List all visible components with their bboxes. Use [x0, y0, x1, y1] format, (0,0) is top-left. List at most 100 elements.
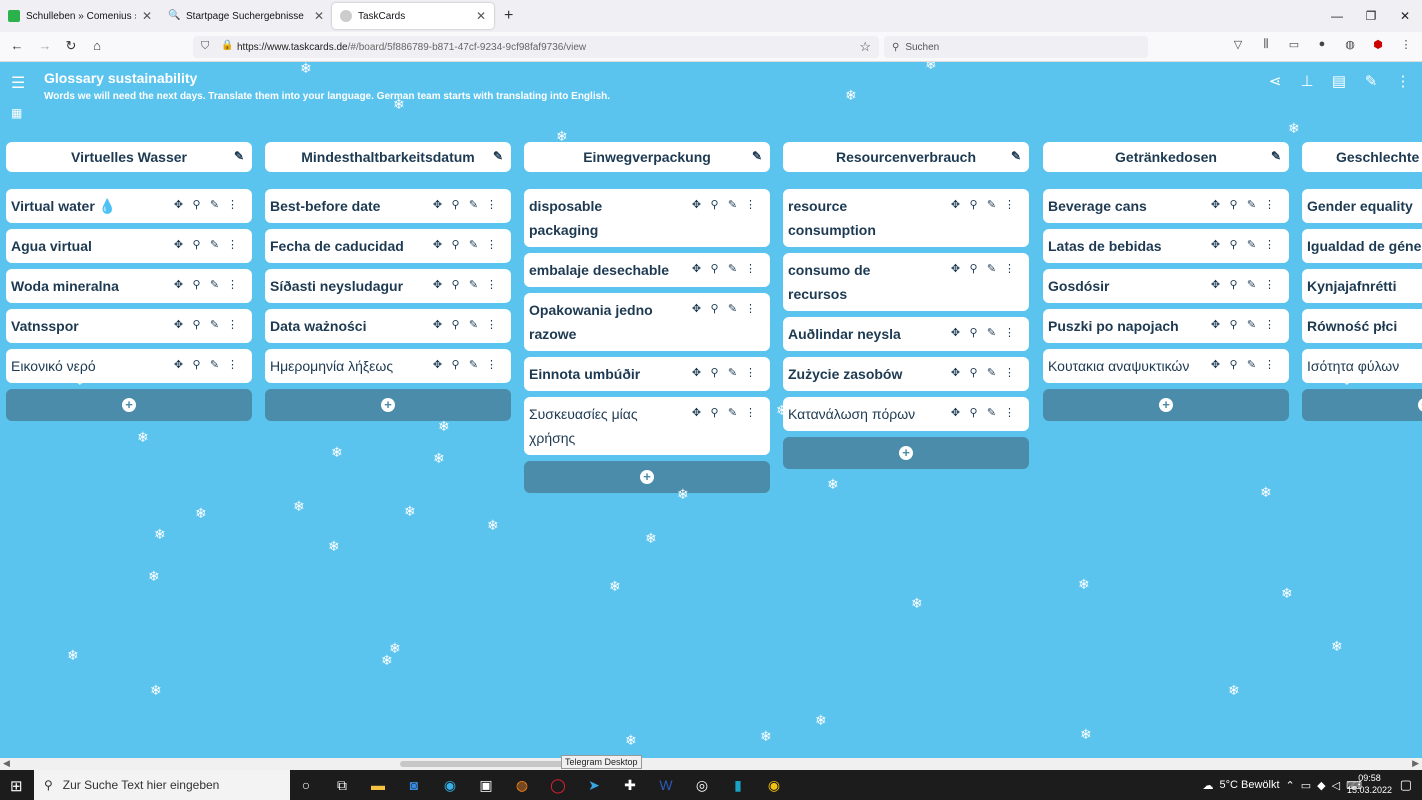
- edit-pencil-icon[interactable]: ✎: [468, 193, 479, 217]
- more-icon[interactable]: ⋮: [1004, 193, 1015, 217]
- edit-pencil-icon[interactable]: ✎: [727, 193, 738, 217]
- zoom-icon[interactable]: ⚲: [450, 313, 461, 337]
- add-card-button[interactable]: +: [265, 389, 511, 421]
- move-icon[interactable]: ✥: [691, 361, 702, 385]
- move-icon[interactable]: ✥: [1210, 353, 1221, 377]
- edit-pencil-icon[interactable]: ✎: [209, 193, 220, 217]
- new-tab-button[interactable]: +: [494, 7, 523, 25]
- card[interactable]: Woda mineralna ✥ ⚲ ✎ ⋮: [6, 269, 252, 303]
- weather-cloud-icon[interactable]: ☁: [1203, 779, 1214, 792]
- move-icon[interactable]: ✥: [432, 193, 443, 217]
- zoom-icon[interactable]: ⚲: [709, 361, 720, 385]
- card[interactable]: Auðlindar neysla ✥ ⚲ ✎ ⋮: [783, 317, 1029, 351]
- taskbar-clock[interactable]: 09:58 15.03.2022: [1347, 772, 1392, 796]
- taskbar-search-input[interactable]: ⚲ Zur Suche Text hier eingeben: [34, 770, 290, 800]
- column-header[interactable]: Mindesthaltbarkeitsdatum ✎: [265, 142, 511, 172]
- back-arrow-icon[interactable]: ←: [8, 38, 26, 53]
- obs-icon[interactable]: ◎: [692, 775, 712, 795]
- more-icon[interactable]: ⋮: [1264, 313, 1275, 337]
- windows-start-icon[interactable]: ⊞: [10, 777, 23, 795]
- move-icon[interactable]: ✥: [691, 297, 702, 321]
- column-header[interactable]: Einwegverpackung ✎: [524, 142, 770, 172]
- card[interactable]: Data ważności ✥ ⚲ ✎ ⋮: [265, 309, 511, 343]
- forward-arrow-icon[interactable]: →: [36, 38, 54, 53]
- shield-icon[interactable]: ⛉: [201, 40, 209, 53]
- close-window-icon[interactable]: ✕: [1388, 0, 1422, 32]
- zoom-icon[interactable]: ⚲: [709, 401, 720, 425]
- volume-icon[interactable]: ◁: [1332, 779, 1340, 792]
- edit-pencil-icon[interactable]: ✎: [1246, 193, 1257, 217]
- card[interactable]: Fecha de caducidad ✥ ⚲ ✎ ⋮: [265, 229, 511, 263]
- edit-icon[interactable]: ✎: [1362, 72, 1380, 90]
- move-icon[interactable]: ✥: [691, 401, 702, 425]
- restore-icon[interactable]: ❐: [1354, 0, 1388, 32]
- move-icon[interactable]: ✥: [1210, 233, 1221, 257]
- card[interactable]: Zużycie zasobów ✥ ⚲ ✎ ⋮: [783, 357, 1029, 391]
- pocket-icon[interactable]: ▽: [1230, 38, 1246, 51]
- more-icon[interactable]: ⋮: [227, 353, 238, 377]
- column-header[interactable]: Getränkedosen ✎: [1043, 142, 1289, 172]
- edit-pencil-icon[interactable]: ✎: [1271, 149, 1281, 163]
- card[interactable]: Ισότητα φύλων: [1302, 349, 1422, 383]
- more-icon[interactable]: ⋮: [1004, 257, 1015, 281]
- edit-pencil-icon[interactable]: ✎: [727, 297, 738, 321]
- move-icon[interactable]: ✥: [173, 313, 184, 337]
- edit-pencil-icon[interactable]: ✎: [986, 257, 997, 281]
- move-icon[interactable]: ✥: [173, 233, 184, 257]
- tab-schulleben[interactable]: Schulleben » Comenius » Beitr ✕: [0, 0, 160, 32]
- card[interactable]: Ημερομηνία λήξεως ✥ ⚲ ✎ ⋮: [265, 349, 511, 383]
- edit-pencil-icon[interactable]: ✎: [468, 273, 479, 297]
- edit-pencil-icon[interactable]: ✎: [727, 257, 738, 281]
- card[interactable]: Równość płci: [1302, 309, 1422, 343]
- edit-pencil-icon[interactable]: ✎: [1011, 149, 1021, 163]
- zoom-icon[interactable]: ⚲: [1228, 193, 1239, 217]
- library-icon[interactable]: ⫼: [1258, 38, 1274, 51]
- column-header[interactable]: Virtuelles Wasser ✎: [6, 142, 252, 172]
- edit-pencil-icon[interactable]: ✎: [209, 313, 220, 337]
- card[interactable]: disposable packaging ✥ ⚲ ✎ ⋮: [524, 189, 770, 247]
- more-icon[interactable]: ⋮: [486, 233, 497, 257]
- close-icon[interactable]: ✕: [314, 9, 324, 23]
- more-icon[interactable]: ⋮: [1264, 353, 1275, 377]
- more-icon[interactable]: ⋮: [227, 193, 238, 217]
- move-icon[interactable]: ✥: [1210, 313, 1221, 337]
- edit-pencil-icon[interactable]: ✎: [209, 273, 220, 297]
- notification-icon[interactable]: ▢: [1400, 777, 1412, 793]
- more-icon[interactable]: ⋮: [1394, 72, 1412, 90]
- card[interactable]: Συσκευασίες μίας χρήσης ✥ ⚲ ✎ ⋮: [524, 397, 770, 455]
- edit-pencil-icon[interactable]: ✎: [209, 233, 220, 257]
- edit-pencil-icon[interactable]: ✎: [468, 233, 479, 257]
- task-view-icon[interactable]: ⧉: [332, 775, 352, 795]
- board-view-icon[interactable]: ▦: [11, 106, 22, 120]
- zoom-icon[interactable]: ⚲: [450, 233, 461, 257]
- horizontal-scrollbar[interactable]: ◀ ▶: [0, 758, 1422, 770]
- close-icon[interactable]: ✕: [142, 9, 152, 23]
- edit-pencil-icon[interactable]: ✎: [234, 149, 244, 163]
- pin-icon[interactable]: ⊥: [1298, 72, 1316, 90]
- layout-icon[interactable]: ▤: [1330, 72, 1348, 90]
- word-icon[interactable]: W: [656, 775, 676, 795]
- move-icon[interactable]: ✥: [691, 193, 702, 217]
- chrome-icon[interactable]: ◉: [764, 775, 784, 795]
- card[interactable]: Virtual water 💧 ✥ ⚲ ✎ ⋮: [6, 189, 252, 223]
- more-icon[interactable]: ⋮: [745, 193, 756, 217]
- move-icon[interactable]: ✥: [432, 353, 443, 377]
- move-icon[interactable]: ✥: [432, 313, 443, 337]
- zoom-icon[interactable]: ⚲: [968, 401, 979, 425]
- edit-pencil-icon[interactable]: ✎: [493, 149, 503, 163]
- zoom-icon[interactable]: ⚲: [709, 297, 720, 321]
- app-icon[interactable]: ✚: [620, 775, 640, 795]
- more-icon[interactable]: ⋮: [486, 313, 497, 337]
- scroll-left-arrow-icon[interactable]: ◀: [3, 758, 10, 769]
- card[interactable]: Best-before date ✥ ⚲ ✎ ⋮: [265, 189, 511, 223]
- extension-icon[interactable]: ◍: [1342, 38, 1358, 51]
- hamburger-menu-icon[interactable]: ☰: [11, 73, 25, 93]
- edit-pencil-icon[interactable]: ✎: [1246, 353, 1257, 377]
- card[interactable]: Igualdad de géne: [1302, 229, 1422, 263]
- url-bar[interactable]: ⛉ 🔒 https://www.taskcards.de/#/board/5f8…: [193, 36, 879, 58]
- card[interactable]: Einnota umbúðir ✥ ⚲ ✎ ⋮: [524, 357, 770, 391]
- more-icon[interactable]: ⋮: [486, 273, 497, 297]
- zoom-icon[interactable]: ⚲: [968, 193, 979, 217]
- add-card-button[interactable]: +: [6, 389, 252, 421]
- zoom-icon[interactable]: ⚲: [709, 257, 720, 281]
